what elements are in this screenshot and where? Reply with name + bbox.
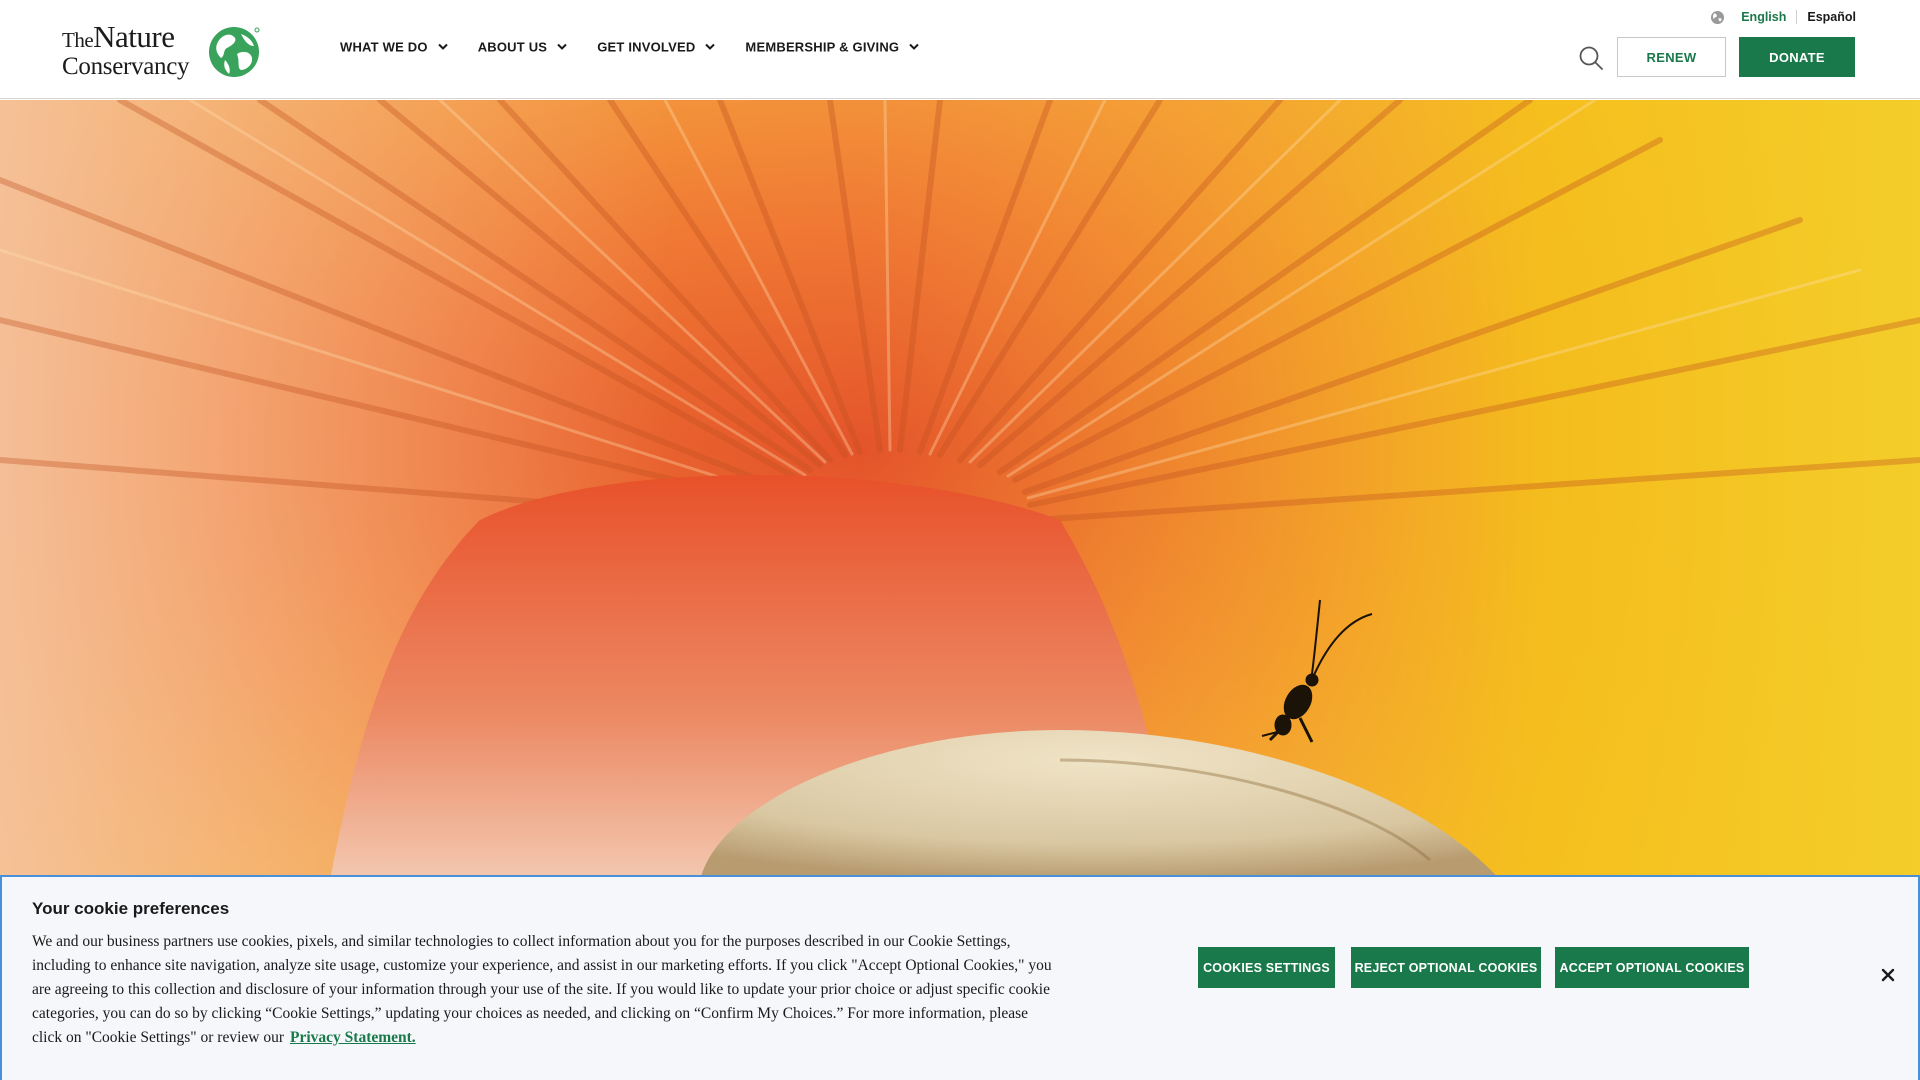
close-icon[interactable] <box>1880 967 1896 983</box>
nav-item-membership-giving[interactable]: MEMBERSHIP & GIVING <box>745 40 919 55</box>
logo[interactable]: The Nature Conservancy <box>62 19 262 84</box>
nav-item-label: ABOUT US <box>477 39 548 55</box>
chevron-down-icon <box>705 43 716 50</box>
chevron-down-icon <box>437 43 448 50</box>
cookie-banner: Your cookie preferences We and our busin… <box>0 875 1920 1080</box>
renew-button[interactable]: RENEW <box>1617 37 1726 77</box>
chevron-down-icon <box>909 43 919 50</box>
cookie-banner-body: We and our business partners use cookies… <box>32 933 1052 1046</box>
language-spanish-link[interactable]: Español <box>1797 10 1856 24</box>
search-icon[interactable] <box>1578 45 1604 71</box>
cookie-banner-title: Your cookie preferences <box>32 899 230 918</box>
logo-conservancy: Conservancy <box>62 53 190 80</box>
nav-item-label: GET INVOLVED <box>597 39 696 55</box>
cookies-settings-button[interactable]: COOKIES SETTINGS <box>1198 947 1335 988</box>
donate-button[interactable]: DONATE <box>1739 37 1855 77</box>
nav-item-label: MEMBERSHIP & GIVING <box>745 39 900 55</box>
nav-item-what-we-do[interactable]: WHAT WE DO <box>340 40 448 55</box>
site-header: The Nature Conservancy WHAT WE DO ABOUT U… <box>0 0 1920 99</box>
logo-the: The <box>62 28 94 52</box>
cookie-banner-text: We and our business partners use cookies… <box>32 930 1062 1050</box>
hero-mushroom-photo <box>0 100 1920 880</box>
language-switcher: English Español <box>1710 8 1856 26</box>
logo-wordmark: The Nature Conservancy <box>62 19 190 80</box>
privacy-statement-link[interactable]: Privacy Statement. <box>290 1029 416 1046</box>
chevron-down-icon <box>557 43 567 50</box>
accept-optional-cookies-button[interactable]: ACCEPT OPTIONAL COOKIES <box>1555 947 1749 988</box>
hero-image <box>0 100 1920 880</box>
nav-item-get-involved[interactable]: GET INVOLVED <box>597 39 716 55</box>
nav-item-about-us[interactable]: ABOUT US <box>478 40 568 55</box>
reject-optional-cookies-button[interactable]: REJECT OPTIONAL COOKIES <box>1351 947 1541 988</box>
language-english-link[interactable]: English <box>1741 10 1798 24</box>
logo-globe-icon <box>209 27 260 77</box>
nav-item-label: WHAT WE DO <box>340 39 428 55</box>
logo-nature: Nature <box>93 19 175 54</box>
globe-icon <box>1711 10 1725 24</box>
main-nav: WHAT WE DO ABOUT US GET INVOLVED MEMBERS… <box>340 40 949 55</box>
